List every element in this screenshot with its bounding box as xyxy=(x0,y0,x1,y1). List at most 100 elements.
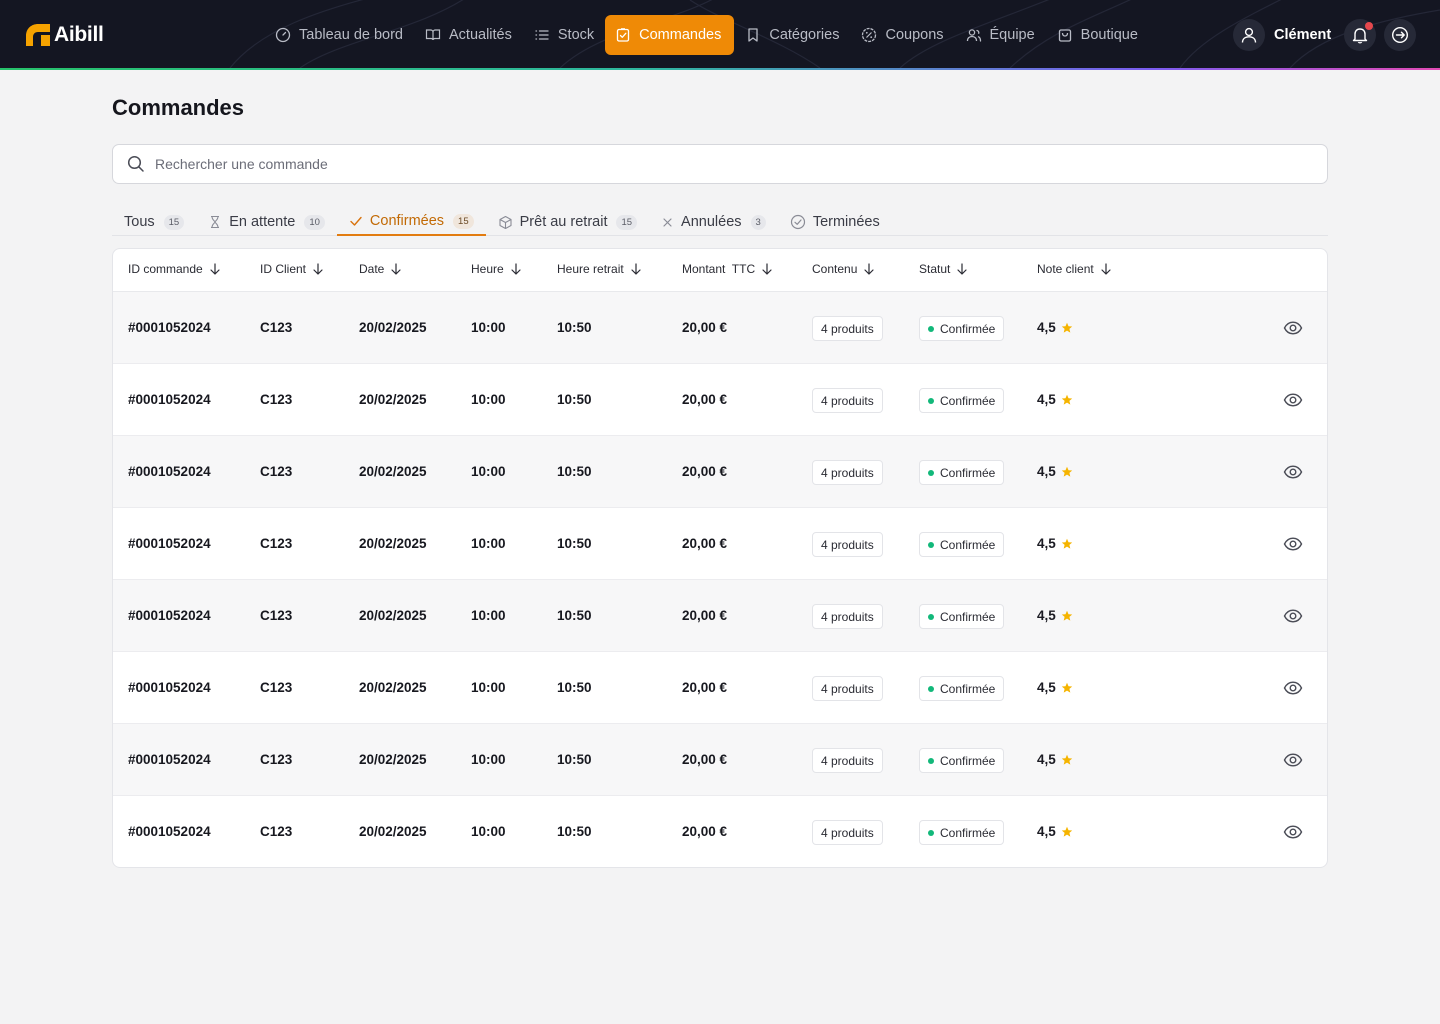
tab-terminees[interactable]: Terminées xyxy=(778,208,892,236)
eye-icon xyxy=(1283,609,1303,623)
eye-icon xyxy=(1283,465,1303,479)
view-order-button[interactable] xyxy=(1283,606,1303,631)
app-name: Aibill xyxy=(54,23,104,46)
rating-value: 4,5 xyxy=(1037,608,1056,623)
order-id: #0001052024 xyxy=(128,608,211,623)
order-time: 10:00 xyxy=(471,680,506,695)
column-header-montant-ttc[interactable]: Montant TTC xyxy=(682,262,773,276)
logout-button[interactable] xyxy=(1384,19,1416,51)
order-time: 10:00 xyxy=(471,536,506,551)
status-badge: Confirmée xyxy=(919,604,1005,629)
status-dot xyxy=(928,829,934,836)
tab-pret-au-retrait[interactable]: Prêt au retrait 15 xyxy=(486,208,649,236)
view-order-button[interactable] xyxy=(1283,678,1303,703)
status-badge: Confirmée xyxy=(919,460,1005,485)
table-row[interactable]: #0001052024 C123 20/02/2025 10:00 10:50 … xyxy=(113,580,1327,652)
client-id: C123 xyxy=(260,464,293,479)
eye-icon xyxy=(1283,825,1303,839)
status-badge: Confirmée xyxy=(919,388,1005,413)
order-id: #0001052024 xyxy=(128,320,211,335)
status-label: Confirmée xyxy=(940,609,996,624)
table-row[interactable]: #0001052024 C123 20/02/2025 10:00 10:50 … xyxy=(113,796,1327,867)
notification-badge xyxy=(1365,22,1373,30)
tab-confirmees[interactable]: Confirmées 15 xyxy=(336,208,486,236)
table-row[interactable]: #0001052024 C123 20/02/2025 10:00 10:50 … xyxy=(113,508,1327,580)
order-amount: 20,00 € xyxy=(682,464,728,479)
star-icon xyxy=(1061,538,1072,549)
status-dot xyxy=(928,685,934,692)
client-id: C123 xyxy=(260,608,293,623)
app-logo[interactable]: Aibill xyxy=(24,22,104,48)
table-row[interactable]: #0001052024 C123 20/02/2025 10:00 10:50 … xyxy=(113,652,1327,724)
column-header-contenu[interactable]: Contenu xyxy=(812,262,875,276)
status-dot xyxy=(928,397,934,404)
top-navigation-bar: Aibill Tableau de bord Actualités Stock … xyxy=(0,0,1440,68)
notifications-button[interactable] xyxy=(1344,19,1376,51)
column-header-note-client[interactable]: Note client xyxy=(1037,262,1112,276)
tab-annulees[interactable]: Annulées 3 xyxy=(649,208,778,236)
sort-arrow-down-icon xyxy=(957,263,967,275)
order-id: #0001052024 xyxy=(128,392,211,407)
user-icon xyxy=(1241,27,1257,43)
search-input[interactable] xyxy=(155,156,1255,172)
nav-label: Tableau de bord xyxy=(299,27,403,43)
order-date: 20/02/2025 xyxy=(359,752,427,767)
content-badge: 4 produits xyxy=(812,820,883,845)
order-amount: 20,00 € xyxy=(682,824,728,839)
nav-item-tableau-de-bord[interactable]: Tableau de bord xyxy=(264,15,414,55)
avatar xyxy=(1233,19,1265,51)
nav-item-equipe[interactable]: Équipe xyxy=(955,15,1046,55)
nav-item-boutique[interactable]: Boutique xyxy=(1046,15,1149,55)
rating-value: 4,5 xyxy=(1037,752,1056,767)
table-row[interactable]: #0001052024 C123 20/02/2025 10:00 10:50 … xyxy=(113,364,1327,436)
nav-item-coupons[interactable]: Coupons xyxy=(850,15,954,55)
search-bar[interactable] xyxy=(112,144,1328,184)
view-order-button[interactable] xyxy=(1283,822,1303,847)
clipboard-check-icon xyxy=(616,28,630,42)
tab-tous[interactable]: Tous 15 xyxy=(112,208,196,236)
status-badge: Confirmée xyxy=(919,748,1005,773)
sort-arrow-down-icon xyxy=(864,263,874,275)
nav-item-stock[interactable]: Stock xyxy=(523,15,605,55)
order-date: 20/02/2025 xyxy=(359,608,427,623)
column-header-date[interactable]: Date xyxy=(359,262,402,276)
table-row[interactable]: #0001052024 C123 20/02/2025 10:00 10:50 … xyxy=(113,436,1327,508)
status-tabs: Tous 15 En attente 10 Confirmées 15 Prêt… xyxy=(112,208,1328,236)
view-order-button[interactable] xyxy=(1283,534,1303,559)
view-order-button[interactable] xyxy=(1283,318,1303,343)
order-id: #0001052024 xyxy=(128,464,211,479)
column-header-statut[interactable]: Statut xyxy=(919,262,968,276)
table-row[interactable]: #0001052024 C123 20/02/2025 10:00 10:50 … xyxy=(113,724,1327,796)
status-dot xyxy=(928,325,934,332)
sort-arrow-down-icon xyxy=(1101,263,1111,275)
tab-en-attente[interactable]: En attente 10 xyxy=(196,208,337,236)
column-label: Heure retrait xyxy=(557,262,624,276)
content-label: 4 produits xyxy=(821,681,874,696)
order-amount: 20,00 € xyxy=(682,608,728,623)
column-label: Note client xyxy=(1037,262,1094,276)
eye-icon xyxy=(1283,393,1303,407)
user-menu[interactable]: Clément xyxy=(1233,19,1331,51)
pickup-time: 10:50 xyxy=(557,608,592,623)
nav-item-categories[interactable]: Catégories xyxy=(734,15,850,55)
view-order-button[interactable] xyxy=(1283,750,1303,775)
tab-label: Tous xyxy=(124,214,155,230)
nav-item-commandes[interactable]: Commandes xyxy=(605,15,735,55)
column-header-id-client[interactable]: ID Client xyxy=(260,262,324,276)
sort-arrow-down-icon xyxy=(313,263,323,275)
content-badge: 4 produits xyxy=(812,316,883,341)
column-label: Heure xyxy=(471,262,504,276)
order-time: 10:00 xyxy=(471,464,506,479)
status-badge: Confirmée xyxy=(919,316,1005,341)
nav-item-actualites[interactable]: Actualités xyxy=(414,15,523,55)
view-order-button[interactable] xyxy=(1283,462,1303,487)
column-header-id-commande[interactable]: ID commande xyxy=(128,262,221,276)
sort-arrow-down-icon xyxy=(391,263,401,275)
order-time: 10:00 xyxy=(471,752,506,767)
rating-value: 4,5 xyxy=(1037,824,1056,839)
pickup-time: 10:50 xyxy=(557,320,592,335)
column-header-heure-retrait[interactable]: Heure retrait xyxy=(557,262,642,276)
table-row[interactable]: #0001052024 C123 20/02/2025 10:00 10:50 … xyxy=(113,292,1327,364)
view-order-button[interactable] xyxy=(1283,390,1303,415)
column-header-heure[interactable]: Heure xyxy=(471,262,522,276)
